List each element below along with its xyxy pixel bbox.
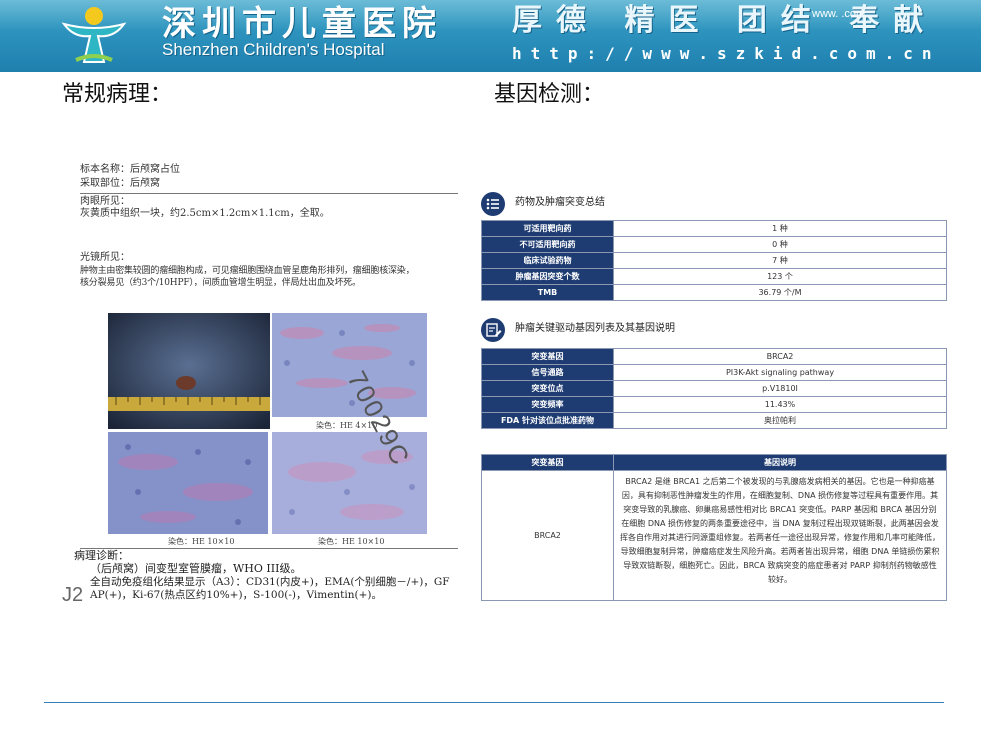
summary-key: 临床试验药物 — [481, 252, 614, 269]
gene-description-table: 突变基因 基因说明 BRCA2 BRCA2 是继 BRCA1 之后第二个被发现的… — [481, 454, 947, 601]
diagnosis-label: 病理诊断： — [74, 549, 129, 562]
header-banner: 深圳市儿童医院 Shenzhen Children's Hospital 厚德 … — [0, 0, 981, 72]
handwritten-mark: J2 — [62, 584, 84, 606]
table-row: 临床试验药物 7 种 — [481, 252, 947, 269]
diagnosis-line-2: 全自动免疫组化结果显示（A3）：CD31(内皮+)，EMA(个别细胞－/+)，G… — [90, 576, 450, 588]
he-10x10-image-a — [108, 432, 268, 534]
table-row: BRCA2 BRCA2 是继 BRCA1 之后第二个被发现的与乳腺癌发病相关的基… — [481, 470, 947, 601]
driver-value: BRCA2 — [613, 348, 947, 365]
table-row: 可适用靶向药 1 种 — [481, 220, 947, 237]
hospital-motto: 厚德 精医 团结 奉献 — [512, 3, 938, 38]
he-4x10-image — [272, 313, 427, 417]
micro-text-2: 核分裂易见（约3个/10HPF），间质血管增生明显，伴局灶出血及坏死。 — [80, 278, 361, 288]
table-row: 信号通路 PI3K-Akt signaling pathway — [481, 364, 947, 381]
table-row: 突变位点 p.V1810I — [481, 380, 947, 397]
table-row: 突变基因 BRCA2 — [481, 348, 947, 365]
desc-gene-name: BRCA2 — [481, 470, 614, 601]
diagnosis-line-3: AP(+)，Ki-67(热点区约10%+)，S-100(-)，Vimentin(… — [90, 589, 383, 601]
hospital-name-en: Shenzhen Children's Hospital — [162, 40, 385, 59]
specimen-name: 标本名称：后颅窝占位 — [80, 164, 180, 175]
summary-key: 肿瘤基因突变个数 — [481, 268, 614, 285]
driver-key: 信号通路 — [481, 364, 614, 381]
header-mutated-gene: 突变基因 — [481, 454, 614, 471]
driver-section-title: 肿瘤关键驱动基因列表及其基因说明 — [515, 323, 675, 334]
routine-pathology-title: 常规病理： — [62, 82, 173, 107]
driver-key: 突变基因 — [481, 348, 614, 365]
driver-section-header: 肿瘤关键驱动基因列表及其基因说明 — [479, 318, 949, 344]
driver-gene-table: 突变基因 BRCA2 信号通路 PI3K-Akt signaling pathw… — [481, 348, 947, 429]
table-row: 肿瘤基因突变个数 123 个 — [481, 268, 947, 285]
driver-value: 奥拉帕利 — [613, 412, 947, 429]
site-url[interactable]: http://www.szkid.com.cn — [512, 44, 941, 64]
divider — [80, 548, 458, 549]
header-gene-description: 基因说明 — [613, 454, 947, 471]
diagnosis-line-1: （后颅窝）间变型室管膜瘤，WHO III级。 — [90, 562, 302, 575]
gene-report: 药物及肿瘤突变总结 可适用靶向药 1 种 不可适用靶向药 0 种 临床试验药物 … — [479, 190, 951, 610]
summary-key: 不可适用靶向药 — [481, 236, 614, 253]
document-edit-icon — [481, 318, 505, 342]
summary-value: 36.79 个/M — [613, 284, 947, 301]
summary-value: 1 种 — [613, 220, 947, 237]
watermark-url: www. .com — [812, 8, 866, 20]
driver-value: p.V1810I — [613, 380, 947, 397]
summary-value: 123 个 — [613, 268, 947, 285]
caption-he-10x10-a: 染色：HE 10×10 — [168, 537, 235, 546]
table-row: FDA 针对该位点批准药物 奥拉帕利 — [481, 412, 947, 429]
table-header-row: 突变基因 基因说明 — [481, 454, 947, 471]
summary-section-title: 药物及肿瘤突变总结 — [515, 197, 605, 208]
list-icon — [481, 192, 505, 216]
table-row: 突变频率 11.43% — [481, 396, 947, 413]
driver-value: PI3K-Akt signaling pathway — [613, 364, 947, 381]
hospital-name-cn: 深圳市儿童医院 — [162, 4, 442, 44]
summary-key: 可适用靶向药 — [481, 220, 614, 237]
footer-divider — [44, 702, 944, 703]
sampling-site: 采取部位：后颅窝 — [80, 178, 160, 189]
summary-value: 0 种 — [613, 236, 947, 253]
summary-key: TMB — [481, 284, 614, 301]
gene-testing-title: 基因检测： — [494, 82, 605, 107]
driver-key: 突变位点 — [481, 380, 614, 397]
divider — [80, 193, 458, 194]
pathology-report: 标本名称：后颅窝占位 采取部位：后颅窝 肉眼所见： 灰黄质中组织一块，约2.5c… — [62, 160, 462, 605]
summary-section-header: 药物及肿瘤突变总结 — [479, 192, 949, 218]
gross-specimen-image — [108, 313, 270, 429]
caption-he-10x10-b: 染色：HE 10×10 — [318, 537, 385, 546]
gross-text: 灰黄质中组织一块，约2.5cm×1.2cm×1.1cm，全取。 — [80, 208, 330, 219]
desc-gene-text: BRCA2 是继 BRCA1 之后第二个被发现的与乳腺癌发病相关的基因。它也是一… — [613, 470, 947, 601]
driver-key: FDA 针对该位点批准药物 — [481, 412, 614, 429]
micro-label: 光镜所见： — [80, 252, 130, 263]
driver-value: 11.43% — [613, 396, 947, 413]
summary-value: 7 种 — [613, 252, 947, 269]
table-row: TMB 36.79 个/M — [481, 284, 947, 301]
micro-text-1: 肿物主由密集较圆的瘤细胞构成，可见瘤细胞围绕血管呈鹿角形排列，瘤细胞核深染， — [80, 266, 415, 276]
summary-table: 可适用靶向药 1 种 不可适用靶向药 0 种 临床试验药物 7 种 肿瘤基因突变… — [481, 220, 947, 301]
table-row: 不可适用靶向药 0 种 — [481, 236, 947, 253]
hospital-logo-icon — [61, 7, 127, 63]
driver-key: 突变频率 — [481, 396, 614, 413]
gross-label: 肉眼所见： — [80, 196, 130, 207]
